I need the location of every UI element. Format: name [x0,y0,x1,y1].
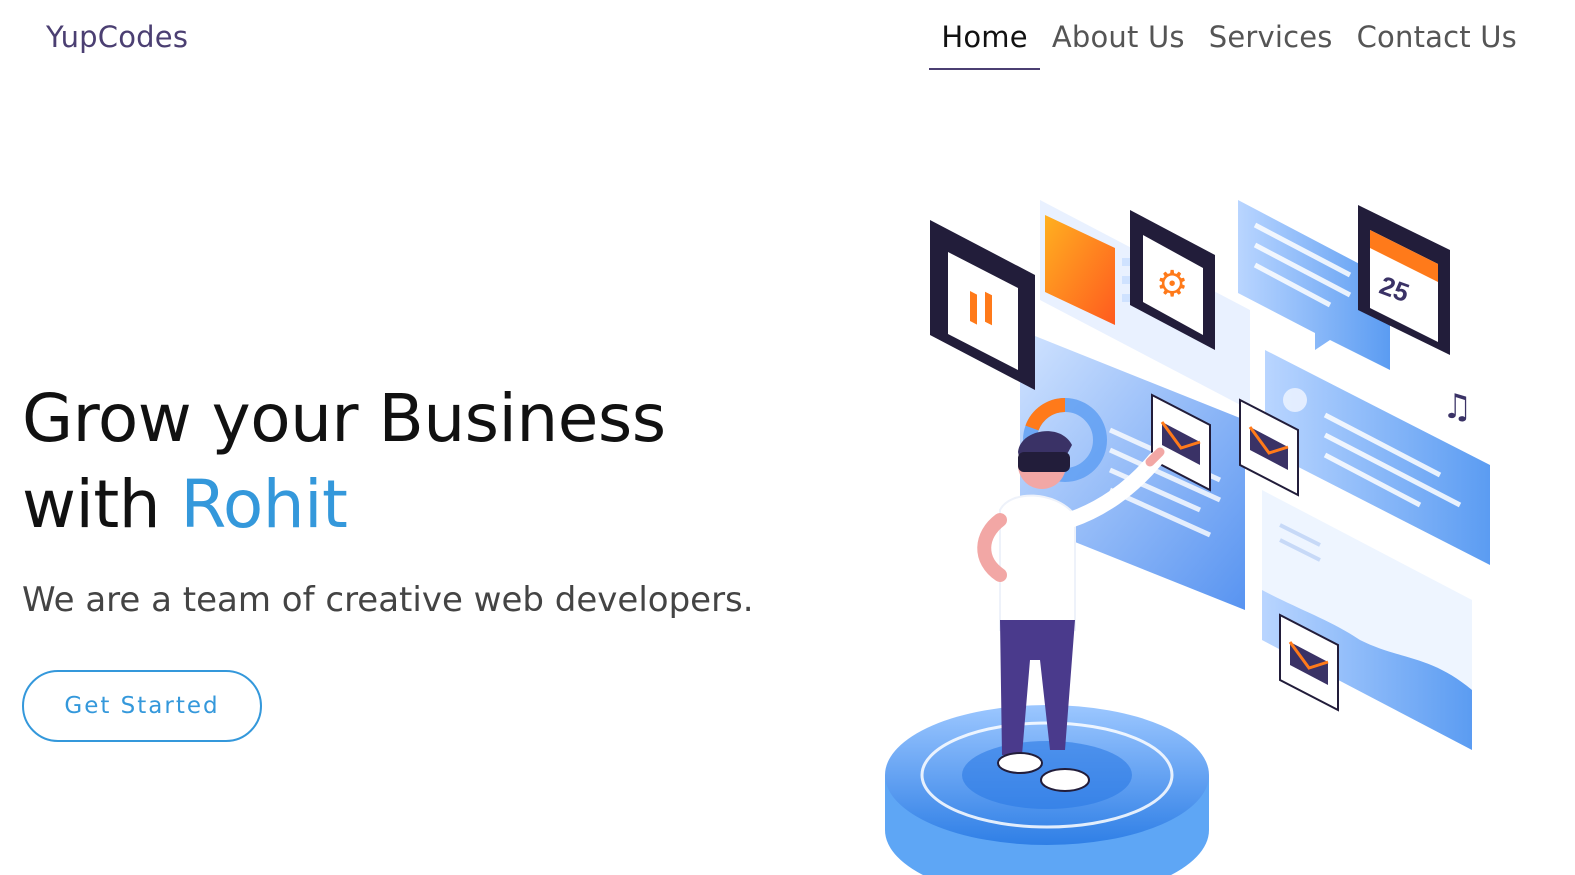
hero-title-line1: Grow your Business [22,380,666,457]
avatar-icon [1283,388,1307,412]
platform [885,705,1209,875]
music-icon: ♫ [1442,387,1472,427]
nav-link-services[interactable]: Services [1197,20,1345,70]
brand-logo[interactable]: YupCodes [46,20,188,54]
hero-title-with: with [22,466,161,543]
hero-title: Grow your Business with Rohit [22,376,666,548]
get-started-button[interactable]: Get Started [22,670,262,742]
gear-icon: ⚙ [1156,264,1188,305]
hero-subtitle: We are a team of creative web developers… [22,580,754,620]
navbar: YupCodes Home About Us Services Contact … [0,0,1575,80]
hero-title-highlight: Rohit [180,466,348,543]
hero-illustration: ⚙ 25 ♫ [860,190,1520,875]
pause-tile [930,220,1035,390]
nav-menu: Home About Us Services Contact Us [929,20,1529,70]
nav-link-about-us[interactable]: About Us [1040,20,1197,70]
nav-link-contact-us[interactable]: Contact Us [1345,20,1529,70]
illustration-svg: ⚙ 25 ♫ [885,200,1490,875]
nav-link-home[interactable]: Home [929,20,1041,70]
page: YupCodes Home About Us Services Contact … [0,0,1575,875]
